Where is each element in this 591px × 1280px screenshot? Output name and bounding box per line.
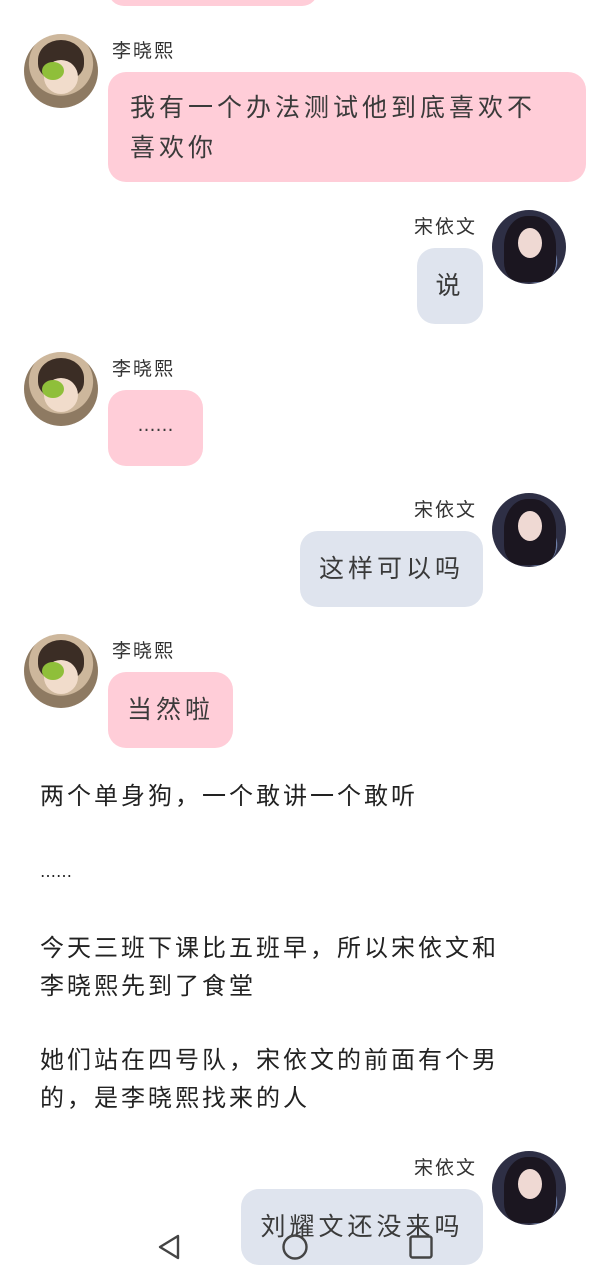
avatar-song-yiwen[interactable]: [492, 493, 566, 567]
narration-text: 李晓熙先到了食堂: [40, 972, 256, 1000]
sender-name: 宋依文: [414, 216, 478, 238]
avatar-song-yiwen[interactable]: [492, 1151, 566, 1225]
narration-ellipsis: ……: [40, 862, 72, 881]
sender-name: 李晓熙: [112, 40, 176, 62]
sender-name: 李晓熙: [112, 640, 176, 662]
avatar-li-xiaoxi[interactable]: [24, 634, 98, 708]
sender-name: 宋依文: [414, 499, 478, 521]
sender-name: 李晓熙: [112, 358, 176, 380]
narration-text: 的，是李晓熙找来的人: [40, 1084, 310, 1112]
narration-text: 她们站在四号队，宋依文的前面有个男: [40, 1046, 499, 1074]
square-recents-icon[interactable]: [408, 1234, 434, 1260]
message-bubble[interactable]: 当然啦: [108, 672, 233, 748]
sender-name: 宋依文: [414, 1157, 478, 1179]
narration-text: 今天三班下课比五班早，所以宋依文和: [40, 934, 499, 962]
message-text: 当然啦: [126, 695, 214, 724]
avatar-song-yiwen[interactable]: [492, 210, 566, 284]
triangle-back-icon[interactable]: [156, 1233, 182, 1261]
message-text: 说: [435, 271, 465, 300]
message-bubble-partial: [108, 0, 318, 6]
message-bubble[interactable]: ……: [108, 390, 203, 466]
avatar-li-xiaoxi[interactable]: [24, 34, 98, 108]
message-text: 这样可以吗: [318, 554, 464, 583]
message-bubble[interactable]: 这样可以吗: [300, 531, 483, 607]
narration-text: 两个单身狗，一个敢讲一个敢听: [40, 782, 418, 810]
circle-home-icon[interactable]: [281, 1233, 309, 1261]
avatar-li-xiaoxi[interactable]: [24, 352, 98, 426]
message-text: 我有一个办法测试他到底喜欢不喜欢你: [130, 93, 537, 162]
system-navigation-bar: [0, 1215, 591, 1280]
message-text: ……: [137, 415, 174, 436]
message-bubble[interactable]: 我有一个办法测试他到底喜欢不喜欢你: [108, 72, 586, 182]
message-bubble[interactable]: 说: [417, 248, 483, 324]
